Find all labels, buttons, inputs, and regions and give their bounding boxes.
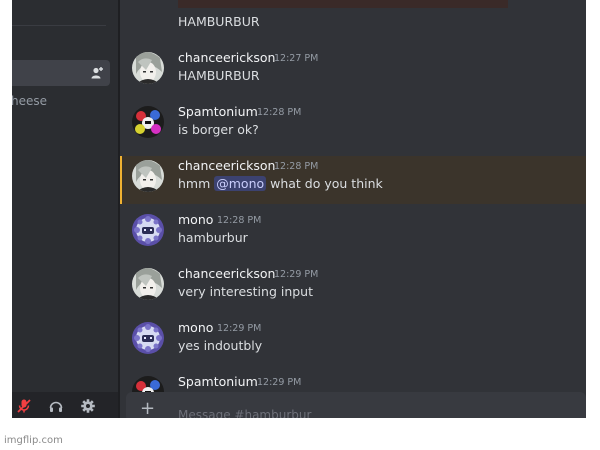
image-attachment[interactable] [178,0,508,8]
message-text: HAMBURBUR [178,68,260,83]
avatar[interactable] [132,160,164,192]
timestamp: 12:28 PM [257,107,302,118]
timestamp: 12:28 PM [217,215,262,226]
message-text: very interesting input [178,284,314,299]
message-input[interactable]: Message #hamburbur [178,408,311,418]
message-text-after: what do you think [266,176,383,191]
avatar[interactable] [132,268,164,300]
mention-highlight-bar [120,156,122,204]
avatar[interactable] [132,52,164,84]
username[interactable]: chanceerickson [178,50,275,65]
discord-window: heese HAMBURBUR chanceerickson 12:27 PM … [0,0,600,418]
sidebar-item-partial-label[interactable]: heese [12,94,47,108]
timestamp: 12:28 PM [274,161,319,172]
sidebar-divider [12,25,106,26]
avatar[interactable] [132,214,164,246]
timestamp: 12:29 PM [217,323,262,334]
page-margin [586,0,600,418]
username[interactable]: mono [178,212,213,227]
user-controls [12,392,118,418]
timestamp: 12:27 PM [274,53,319,64]
message-item-mention[interactable]: chanceerickson 12:28 PM hmm @mono what d… [120,156,586,204]
timestamp: 12:29 PM [257,377,302,388]
username[interactable]: mono [178,320,213,335]
message-text: hamburbur [178,230,248,245]
message-text: HAMBURBUR [178,14,260,29]
username[interactable]: Spamtonium [178,374,258,389]
message-text: is borger ok? [178,122,259,137]
message-item[interactable]: mono 12:29 PM yes indoutbly [120,318,586,366]
chat-area: HAMBURBUR chanceerickson 12:27 PM HAMBUR… [120,0,586,418]
add-attachment-icon[interactable]: + [140,400,155,418]
message-text-before: hmm [178,176,215,191]
avatar[interactable] [132,106,164,138]
mute-microphone-icon[interactable] [16,398,32,414]
username[interactable]: Spamtonium [178,104,258,119]
message-item[interactable]: chanceerickson 12:27 PM HAMBURBUR [120,48,586,96]
headphones-icon[interactable] [48,398,64,414]
watermark-text: imgflip.com [4,435,63,446]
username[interactable]: chanceerickson [178,266,275,281]
add-member-icon[interactable] [90,66,104,80]
sidebar-item-active-channel[interactable] [12,60,110,86]
timestamp: 12:29 PM [274,269,319,280]
message-item[interactable]: mono 12:28 PM hamburbur [120,210,586,258]
user-mention[interactable]: @mono [214,176,267,191]
message-input-box[interactable]: + Message #hamburbur [126,392,586,418]
message-text: hmm @mono what do you think [178,176,383,191]
message-text: yes indoutbly [178,338,263,353]
channel-sidebar: heese [12,0,118,418]
avatar[interactable] [132,322,164,354]
message-item[interactable]: chanceerickson 12:29 PM very interesting… [120,264,586,312]
message-item[interactable]: Spamtonium 12:28 PM is borger ok? [120,102,586,150]
gear-icon[interactable] [80,398,96,414]
username[interactable]: chanceerickson [178,158,275,173]
